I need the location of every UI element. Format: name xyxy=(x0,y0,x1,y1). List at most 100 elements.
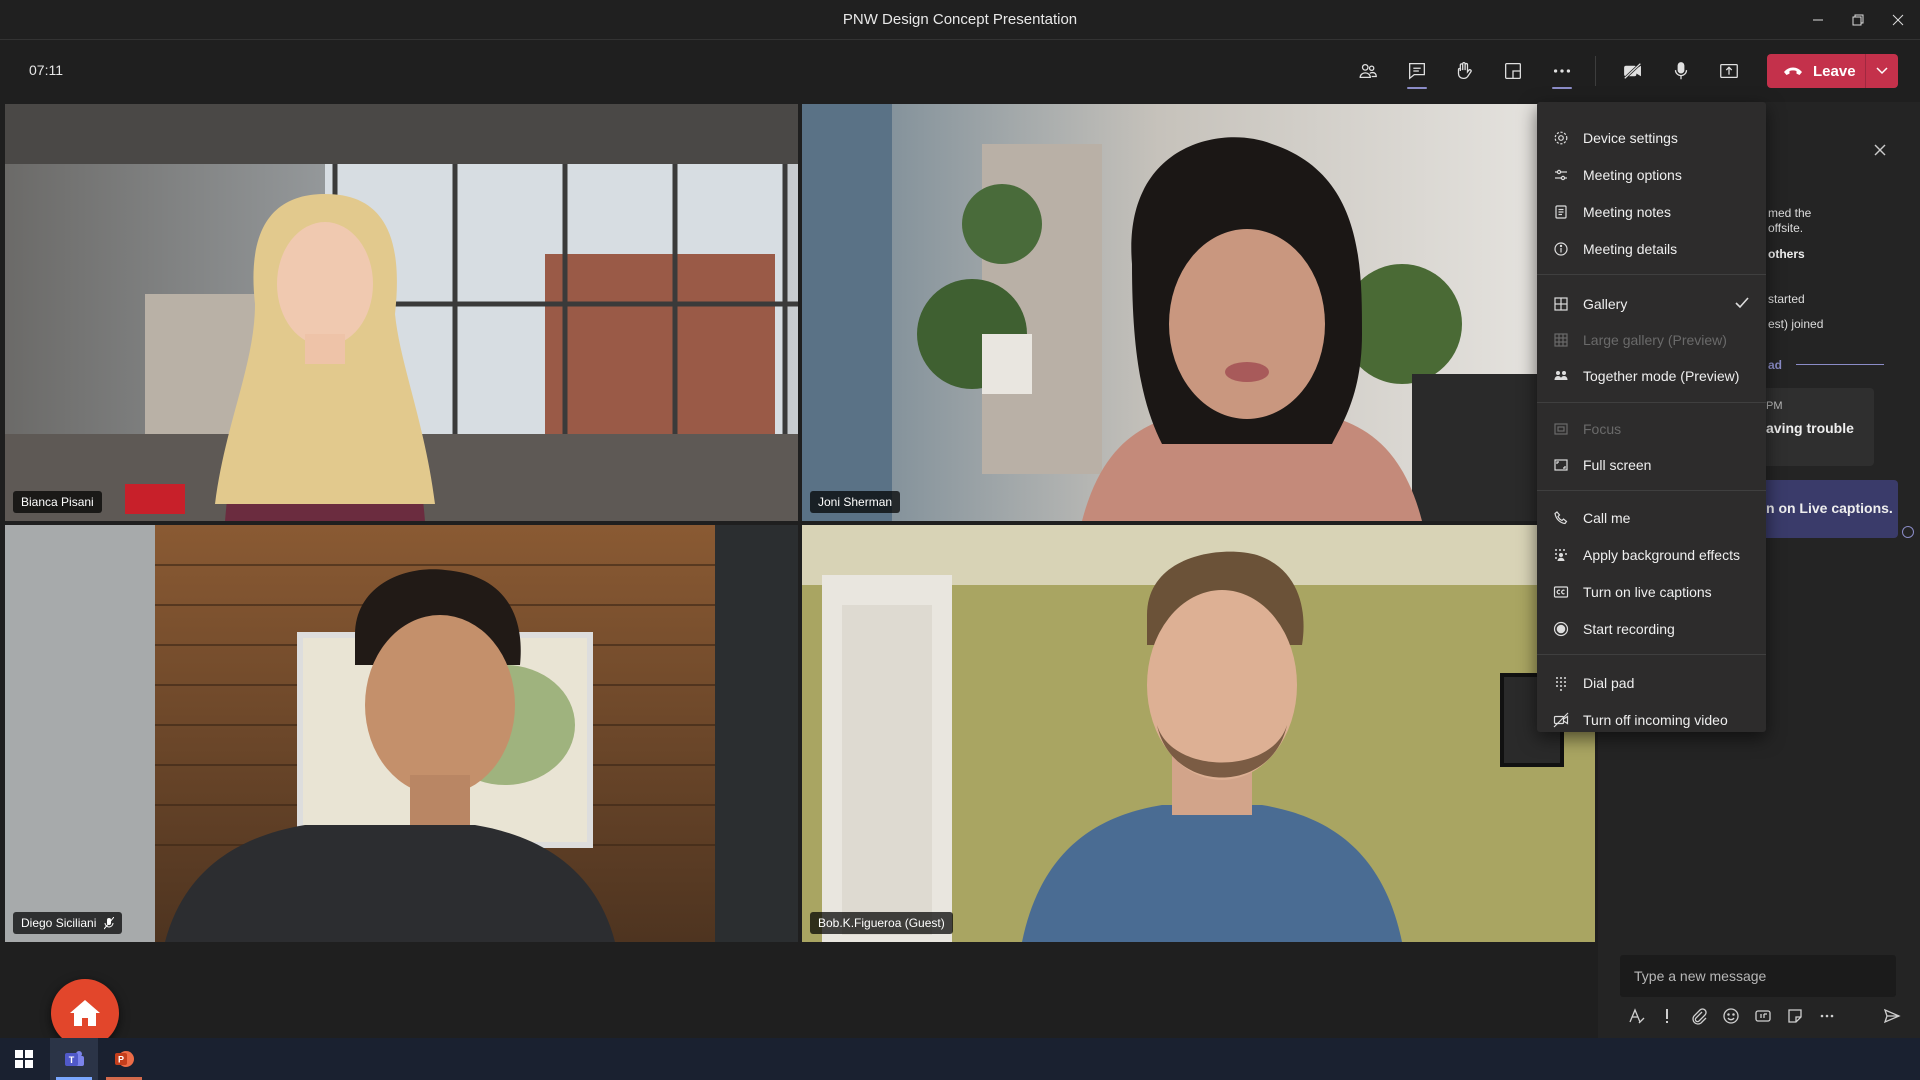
participant-name: Bianca Pisani xyxy=(21,495,94,509)
share-icon xyxy=(1720,63,1738,79)
menu-item-large-gallery[interactable]: Large gallery (Preview) xyxy=(1537,322,1766,358)
participant-name-badge: Bianca Pisani xyxy=(13,491,102,513)
more-actions-button[interactable] xyxy=(1542,51,1582,91)
participant-name-badge: Diego Siciliani xyxy=(13,912,123,934)
checkmark-icon xyxy=(1735,297,1749,309)
seen-indicator-icon xyxy=(1902,526,1914,538)
restore-button[interactable] xyxy=(1843,6,1873,34)
send-button[interactable] xyxy=(1880,1004,1904,1028)
menu-divider xyxy=(1537,490,1766,491)
participant-video xyxy=(5,525,798,942)
leave-main[interactable]: Leave xyxy=(1767,54,1866,88)
camera-toggle-button[interactable] xyxy=(1613,51,1653,91)
menu-item-dial-pad[interactable]: Dial pad xyxy=(1537,665,1766,701)
message-time: PM xyxy=(1766,400,1783,412)
new-messages-divider xyxy=(1796,364,1884,365)
teams-meeting-window: PNW Design Concept Presentation 07:11 Le… xyxy=(0,0,1920,1080)
menu-item-label: Apply background effects xyxy=(1583,547,1740,563)
chat-text: others xyxy=(1768,247,1805,261)
video-tile[interactable]: Joni Sherman xyxy=(802,104,1595,521)
taskbar-powerpoint[interactable]: P xyxy=(100,1038,148,1080)
menu-divider xyxy=(1537,274,1766,275)
menu-item-meeting-details[interactable]: Meeting details xyxy=(1537,231,1766,267)
more-icon xyxy=(1820,1014,1834,1018)
close-panel-button[interactable] xyxy=(1868,140,1892,164)
menu-item-label: Meeting notes xyxy=(1583,204,1671,220)
chat-text: med the xyxy=(1768,206,1812,220)
focus-icon xyxy=(1554,423,1568,435)
menu-item-live-captions[interactable]: Turn on live captions xyxy=(1537,574,1766,610)
video-tile[interactable]: Diego Siciliani xyxy=(5,525,798,942)
important-button[interactable] xyxy=(1655,1004,1679,1028)
menu-item-meeting-options[interactable]: Meeting options xyxy=(1537,157,1766,193)
menu-item-label: Start recording xyxy=(1583,621,1675,637)
home-button[interactable] xyxy=(51,979,119,1047)
menu-item-start-recording[interactable]: Start recording xyxy=(1537,611,1766,647)
notes-icon xyxy=(1555,205,1567,219)
show-conversation-button[interactable] xyxy=(1397,51,1437,91)
participant-video xyxy=(802,104,1595,521)
menu-item-label: Large gallery (Preview) xyxy=(1583,332,1727,348)
emoji-icon xyxy=(1723,1008,1739,1024)
participant-name-badge: Bob.K.Figueroa (Guest) xyxy=(810,912,953,934)
fullscreen-icon xyxy=(1554,459,1568,471)
format-icon xyxy=(1629,1008,1645,1024)
menu-item-full-screen[interactable]: Full screen xyxy=(1537,447,1766,483)
menu-item-focus[interactable]: Focus xyxy=(1537,411,1766,447)
leave-options-button[interactable] xyxy=(1866,54,1898,88)
meeting-toolbar: 07:11 Leave xyxy=(0,40,1920,102)
sticker-icon xyxy=(1788,1009,1802,1023)
chat-text: offsite. xyxy=(1768,221,1804,235)
menu-item-turn-off-incoming-video[interactable]: Turn off incoming video xyxy=(1537,702,1766,738)
info-icon xyxy=(1554,242,1568,256)
raise-hand-button[interactable] xyxy=(1444,51,1484,91)
close-window-button[interactable] xyxy=(1883,6,1913,34)
more-icon xyxy=(1553,69,1571,73)
exclamation-icon xyxy=(1666,1009,1668,1023)
emoji-button[interactable] xyxy=(1719,1004,1743,1028)
chat-message[interactable]: n on Live captions. xyxy=(1758,480,1898,538)
video-tile[interactable]: Bob.K.Figueroa (Guest) xyxy=(802,525,1595,942)
more-actions-menu: Device settings Meeting options Meeting … xyxy=(1537,102,1766,732)
attach-button[interactable] xyxy=(1687,1004,1711,1028)
gear-icon xyxy=(1554,131,1568,145)
chevron-down-icon xyxy=(1876,67,1888,75)
rooms-icon xyxy=(1505,63,1521,79)
participant-name: Diego Siciliani xyxy=(21,916,97,930)
video-tile[interactable]: Bianca Pisani xyxy=(5,104,798,521)
format-button[interactable] xyxy=(1624,1004,1648,1028)
menu-item-label: Meeting details xyxy=(1583,241,1678,257)
send-icon xyxy=(1883,1008,1901,1024)
taskbar-teams[interactable]: T xyxy=(50,1038,98,1080)
chat-message[interactable]: PM aving trouble xyxy=(1758,388,1874,466)
breakout-rooms-button[interactable] xyxy=(1493,51,1533,91)
mic-toggle-button[interactable] xyxy=(1661,51,1701,91)
menu-item-label: Meeting options xyxy=(1583,167,1682,183)
show-participants-button[interactable] xyxy=(1348,51,1388,91)
large-gallery-icon xyxy=(1554,333,1568,347)
message-text: n on Live captions. xyxy=(1766,500,1893,516)
leave-button[interactable]: Leave xyxy=(1767,54,1898,88)
share-screen-button[interactable] xyxy=(1709,51,1749,91)
start-button[interactable] xyxy=(0,1038,48,1080)
menu-item-background-effects[interactable]: Apply background effects xyxy=(1537,537,1766,573)
compose-placeholder: Type a new message xyxy=(1634,968,1767,984)
compose-box[interactable]: Type a new message xyxy=(1620,955,1896,997)
minimize-button[interactable] xyxy=(1803,6,1833,34)
toolbar-divider xyxy=(1595,56,1596,86)
menu-item-call-me[interactable]: Call me xyxy=(1537,500,1766,536)
menu-item-together-mode[interactable]: Together mode (Preview) xyxy=(1537,358,1766,394)
gif-button[interactable] xyxy=(1751,1004,1775,1028)
chat-link[interactable]: ad xyxy=(1768,358,1782,372)
menu-item-gallery[interactable]: Gallery xyxy=(1537,286,1766,322)
chat-text: started xyxy=(1768,292,1805,306)
together-mode-icon xyxy=(1554,371,1568,380)
teams-logo-icon: T xyxy=(65,1051,84,1066)
meeting-timer: 07:11 xyxy=(29,62,63,78)
more-options-button[interactable] xyxy=(1815,1004,1839,1028)
sticker-button[interactable] xyxy=(1783,1004,1807,1028)
menu-item-device-settings[interactable]: Device settings xyxy=(1537,120,1766,156)
menu-item-meeting-notes[interactable]: Meeting notes xyxy=(1537,194,1766,230)
camera-off-icon xyxy=(1623,62,1642,80)
video-off-icon xyxy=(1553,712,1569,728)
